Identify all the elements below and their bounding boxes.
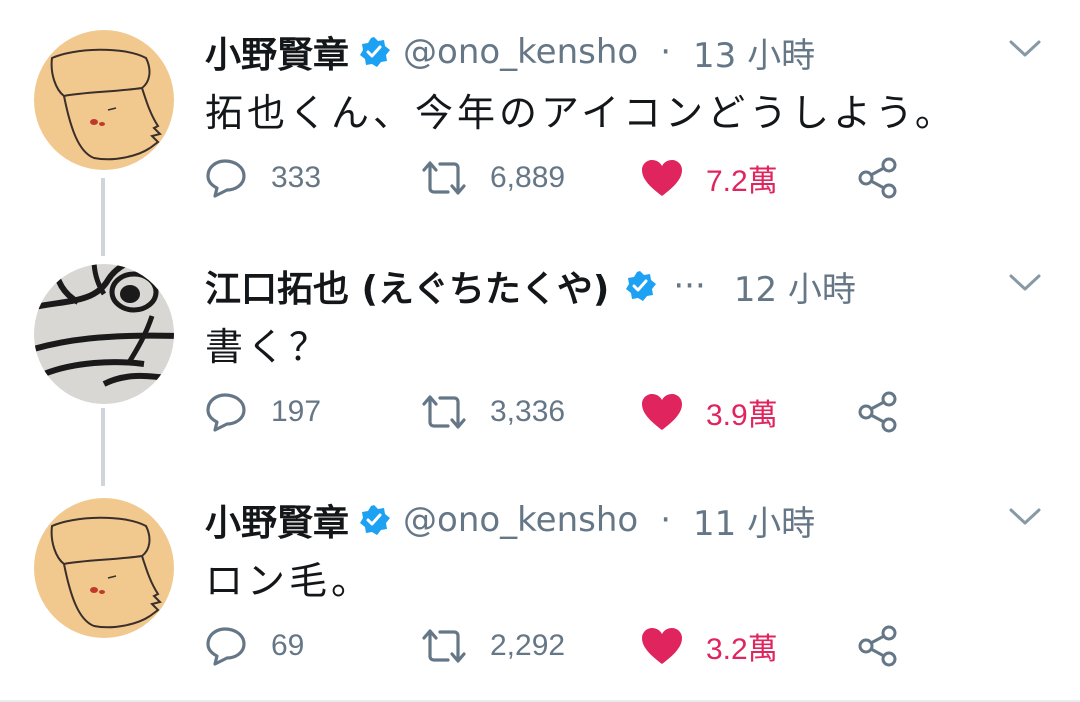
retweet-button[interactable]: 6,889 — [420, 152, 565, 204]
tweet[interactable]: 小野賢章 @ono_kensho · 13 小時 拓也くん、今年のアイコンどうし… — [0, 0, 1080, 230]
drawn-face-avatar — [34, 498, 174, 638]
tweet-header: 江口拓也 (えぐちたくや) ··· 12 小時 — [205, 258, 856, 314]
share-icon — [858, 157, 897, 199]
tweet[interactable]: 小野賢章 @ono_kensho · 11 小時 ロン毛。 69 2,292 3… — [0, 468, 1080, 698]
tweet[interactable]: 江口拓也 (えぐちたくや) ··· 12 小時 書く？ 197 3,336 3.… — [0, 234, 1080, 464]
timestamp[interactable]: 12 小時 — [734, 262, 856, 311]
chevron-down-icon[interactable] — [1008, 38, 1042, 60]
sketch-closeup-avatar — [34, 264, 174, 404]
share-icon — [858, 625, 897, 667]
retweet-button[interactable]: 3,336 — [420, 386, 565, 438]
display-name[interactable]: 小野賢章 — [205, 26, 349, 78]
share-button[interactable] — [857, 152, 899, 204]
retweet-icon — [422, 395, 466, 429]
tweet-actions: 197 3,336 3.9萬 — [205, 386, 925, 438]
retweet-icon — [422, 161, 466, 195]
like-count: 3.2萬 — [706, 633, 778, 666]
avatar[interactable] — [34, 264, 174, 404]
heart-icon — [642, 394, 682, 430]
retweet-count: 6,889 — [490, 161, 566, 194]
retweet-icon — [422, 629, 466, 663]
reply-button[interactable]: 197 — [205, 386, 321, 438]
retweet-count: 2,292 — [490, 629, 566, 662]
reply-count: 333 — [271, 161, 322, 194]
chevron-down-icon[interactable] — [1008, 272, 1042, 294]
reply-bubble-icon — [206, 159, 246, 198]
tweet-header: 小野賢章 @ono_kensho · 13 小時 — [205, 24, 815, 80]
tweet-actions: 69 2,292 3.2萬 — [205, 620, 925, 672]
retweet-count: 3,336 — [490, 395, 566, 428]
reply-bubble-icon — [206, 627, 246, 666]
handle[interactable]: @ono_kensho — [403, 500, 638, 540]
tweet-text: 拓也くん、今年のアイコンどうしよう。 — [205, 91, 957, 135]
display-name[interactable]: 江口拓也 (えぐちたくや) — [205, 260, 609, 312]
tweet-text: 書く？ — [205, 325, 332, 369]
verified-badge-icon — [623, 269, 657, 303]
retweet-button[interactable]: 2,292 — [420, 620, 565, 672]
separator: · — [660, 32, 671, 72]
like-button[interactable]: 3.2萬 — [640, 620, 778, 672]
drawn-face-avatar — [34, 30, 174, 170]
avatar[interactable] — [34, 30, 174, 170]
like-button[interactable]: 7.2萬 — [640, 152, 778, 204]
share-button[interactable] — [857, 620, 899, 672]
chevron-down-icon[interactable] — [1008, 506, 1042, 528]
timestamp[interactable]: 13 小時 — [693, 28, 815, 77]
verified-badge-icon — [357, 35, 391, 69]
reply-count: 197 — [271, 395, 322, 428]
separator: · — [660, 500, 671, 540]
like-button[interactable]: 3.9萬 — [640, 386, 778, 438]
tweet-header: 小野賢章 @ono_kensho · 11 小時 — [205, 492, 815, 548]
tweet-thread: 小野賢章 @ono_kensho · 13 小時 拓也くん、今年のアイコンどうし… — [0, 0, 1080, 702]
verified-badge-icon — [357, 503, 391, 537]
like-count: 7.2萬 — [706, 165, 778, 198]
tweet-actions: 333 6,889 7.2萬 — [205, 152, 925, 204]
avatar[interactable] — [34, 498, 174, 638]
reply-bubble-icon — [206, 393, 246, 432]
timestamp[interactable]: 11 小時 — [693, 496, 815, 545]
share-button[interactable] — [857, 386, 899, 438]
heart-icon — [642, 160, 682, 196]
handle[interactable]: @ono_kensho — [403, 32, 638, 72]
heart-icon — [642, 628, 682, 664]
reply-button[interactable]: 69 — [205, 620, 304, 672]
share-icon — [858, 391, 897, 433]
like-count: 3.9萬 — [706, 399, 778, 432]
display-name[interactable]: 小野賢章 — [205, 494, 349, 546]
reply-count: 69 — [271, 629, 305, 662]
truncation-ellipsis: ··· — [673, 266, 706, 306]
tweet-text: ロン毛。 — [205, 559, 374, 603]
reply-button[interactable]: 333 — [205, 152, 321, 204]
